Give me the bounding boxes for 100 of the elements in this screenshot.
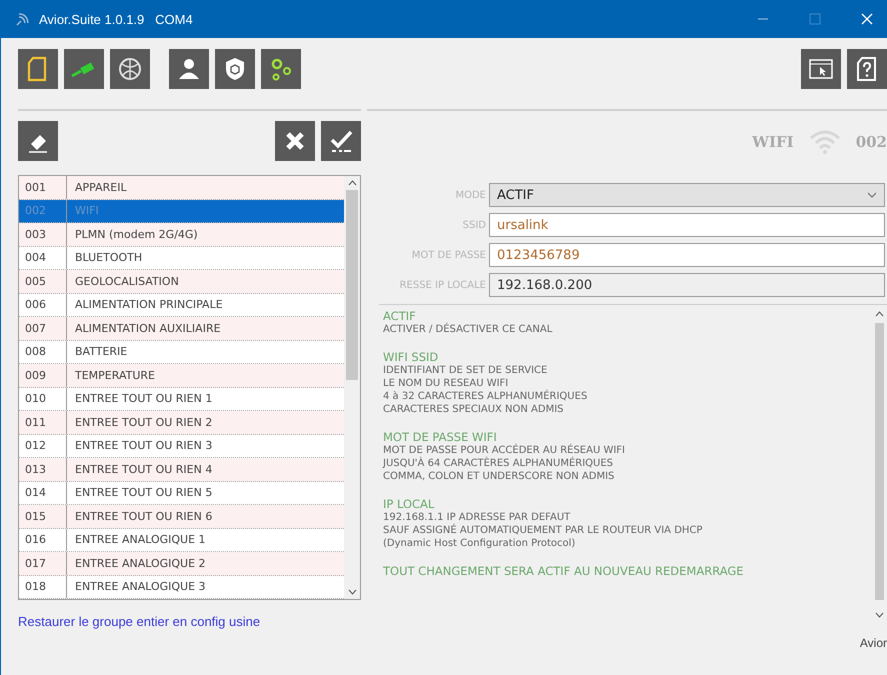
row-label: ENTREE ANALOGIQUE 3 [74, 580, 206, 594]
list-row[interactable]: 015 ENTREE TOUT OU RIEN 6 [19, 505, 344, 528]
mode-dropdown[interactable]: ACTIF [489, 183, 885, 207]
row-label: ENTREE TOUT OU RIEN 4 [74, 462, 212, 476]
channel-name: WIFI [752, 133, 794, 151]
row-code: 009 [19, 364, 67, 386]
list-row[interactable]: 001 APPAREIL [19, 176, 344, 200]
row-code: 008 [19, 340, 67, 363]
readonly-field[interactable]: 192.168.0.200 [489, 273, 885, 297]
list-row[interactable]: 007 ALIMENTATION AUXILIAIRE [19, 317, 344, 340]
scroll-down-icon[interactable] [348, 589, 356, 595]
help-text: MOT DE PASSE POUR ACCÉDER AU RÉSEAU WIFI [383, 444, 626, 456]
row-label: PLMN (modem 2G/4G) [74, 228, 198, 241]
user-button[interactable] [169, 49, 209, 89]
row-code: 013 [19, 458, 67, 480]
row-code: 001 [19, 176, 67, 198]
shield-button[interactable] [215, 49, 255, 89]
gears-button[interactable] [261, 49, 301, 89]
row-label: WIFI [74, 204, 99, 218]
row-label: ENTREE TOUT OU RIEN 1 [74, 392, 212, 406]
help-text: JUSQU'À 64 CARACTÈRES ALPHANUMÉRIQUES [383, 457, 614, 470]
help-text: 192.168.1.1 IP ADRESSE PAR DEFAUT [383, 511, 572, 524]
row-code: 007 [19, 317, 67, 340]
field-label: SSID [462, 220, 486, 230]
window-button[interactable] [801, 49, 841, 89]
row-label: GEOLOCALISATION [74, 274, 179, 288]
row-label: APPAREIL [74, 180, 127, 194]
chevron-icon [867, 192, 877, 198]
list-row[interactable]: 005 GEOLOCALISATION [19, 270, 344, 294]
file-button[interactable] [18, 49, 58, 89]
list-row[interactable]: 011 ENTREE TOUT OU RIEN 2 [19, 411, 344, 434]
signal-icon [15, 11, 31, 27]
list-row[interactable]: 003 PLMN (modem 2G/4G) [19, 223, 344, 246]
row-label: TEMPERATURE [74, 368, 155, 382]
row-label: ENTREE TOUT OU RIEN 2 [74, 416, 212, 429]
field-label: MODE [454, 190, 486, 200]
row-label: ENTREE TOUT OU RIEN 3 [74, 439, 212, 452]
list-row[interactable]: 004 BLUETOOTH [19, 246, 344, 270]
row-code: 011 [19, 411, 67, 434]
row-code: 014 [19, 482, 67, 504]
row-label: ENTREE ANALOGIQUE 1 [74, 533, 206, 546]
scroll-down-icon[interactable] [874, 612, 884, 618]
help-heading: WIFI SSID [383, 350, 440, 364]
help-heading: ACTIF [383, 309, 417, 323]
row-code: 006 [19, 294, 67, 316]
row-code: 005 [19, 270, 67, 292]
help-text: (Dynamic Host Configuration Protocol) [383, 537, 576, 550]
cancel-button[interactable] [275, 121, 315, 161]
row-label: ENTREE ANALOGIQUE 2 [74, 556, 206, 570]
restore-defaults-link[interactable]: Restaurer le groupe entier en config usine [18, 614, 260, 629]
list-row[interactable]: 014 ENTREE TOUT OU RIEN 5 [19, 482, 344, 505]
list-row[interactable]: 012 ENTREE TOUT OU RIEN 3 [19, 434, 344, 458]
list-row[interactable]: 017 ENTREE ANALOGIQUE 2 [19, 552, 344, 576]
row-code: 015 [19, 505, 67, 528]
eraser-button[interactable] [18, 121, 58, 161]
list-row[interactable]: 008 BATTERIE [19, 340, 344, 364]
list-row[interactable]: 018 ENTREE ANALOGIQUE 3 [19, 576, 344, 599]
row-code: 017 [19, 552, 67, 574]
row-label: ALIMENTATION AUXILIAIRE [74, 322, 221, 335]
scrollbar-thumb[interactable] [346, 190, 358, 380]
list-row[interactable]: 006 ALIMENTATION PRINCIPALE [19, 294, 344, 317]
input-field[interactable]: 0123456789 [489, 243, 885, 267]
row-code: 016 [19, 528, 67, 551]
help-text: ACTIVER / DÉSACTIVER CE CANAL [383, 323, 554, 336]
field-label: MOT DE PASSE [410, 250, 486, 260]
help-note: TOUT CHANGEMENT SERA ACTIF AU NOUVEAU REDEMARRAGE [383, 564, 745, 578]
help-text: SAUF ASSIGNÉ AUTOMATIQUEMENT PAR LE ROUTEUR VIA DHCP [383, 524, 704, 537]
help-button[interactable] [847, 49, 887, 89]
close-icon[interactable] [861, 13, 873, 25]
scroll-up-icon[interactable] [348, 180, 356, 186]
help-text: 4 à 32 CARACTERES ALPHANUMÉRIQUES [383, 390, 588, 403]
row-label: BLUETOOTH [74, 251, 142, 264]
list-row[interactable]: 016 ENTREE ANALOGIQUE 1 [19, 528, 344, 552]
brand-label: Avior [860, 636, 887, 650]
row-label: ENTREE TOUT OU RIEN 5 [74, 486, 212, 500]
list-row[interactable]: 013 ENTREE TOUT OU RIEN 4 [19, 458, 344, 482]
scrollbar-thumb[interactable] [874, 323, 884, 600]
help-heading: MOT DE PASSE WIFI [383, 430, 497, 444]
field-label: RESSE IP LOCALE [398, 280, 486, 290]
confirm-button[interactable] [321, 121, 361, 161]
channel-number: 002 [856, 133, 887, 151]
row-code: 010 [19, 388, 67, 410]
help-heading: IP LOCAL [383, 497, 436, 511]
row-code: 002 [19, 200, 67, 222]
row-label: ENTREE TOUT OU RIEN 6 [74, 510, 212, 523]
list-row[interactable]: 010 ENTREE TOUT OU RIEN 1 [19, 388, 344, 411]
input-field[interactable]: ursalink [489, 213, 885, 237]
row-code: 012 [19, 434, 67, 457]
row-label: BATTERIE [74, 345, 128, 358]
globe-button[interactable] [110, 49, 150, 89]
help-text: COMMA, COLON ET UNDERSCORE NON ADMIS [383, 470, 616, 483]
cable-button[interactable] [64, 49, 104, 89]
scroll-up-icon[interactable] [874, 311, 884, 317]
wifi-icon [808, 129, 842, 155]
help-text: IDENTIFIANT DE SET DE SERVICE [383, 364, 548, 377]
row-label: ALIMENTATION PRINCIPALE [74, 298, 223, 312]
window-title: Avior.Suite 1.0.1.9 COM4 [39, 12, 193, 26]
row-code: 003 [19, 223, 67, 246]
list-row[interactable]: 009 TEMPERATURE [19, 364, 344, 388]
row-code: 018 [19, 576, 67, 598]
